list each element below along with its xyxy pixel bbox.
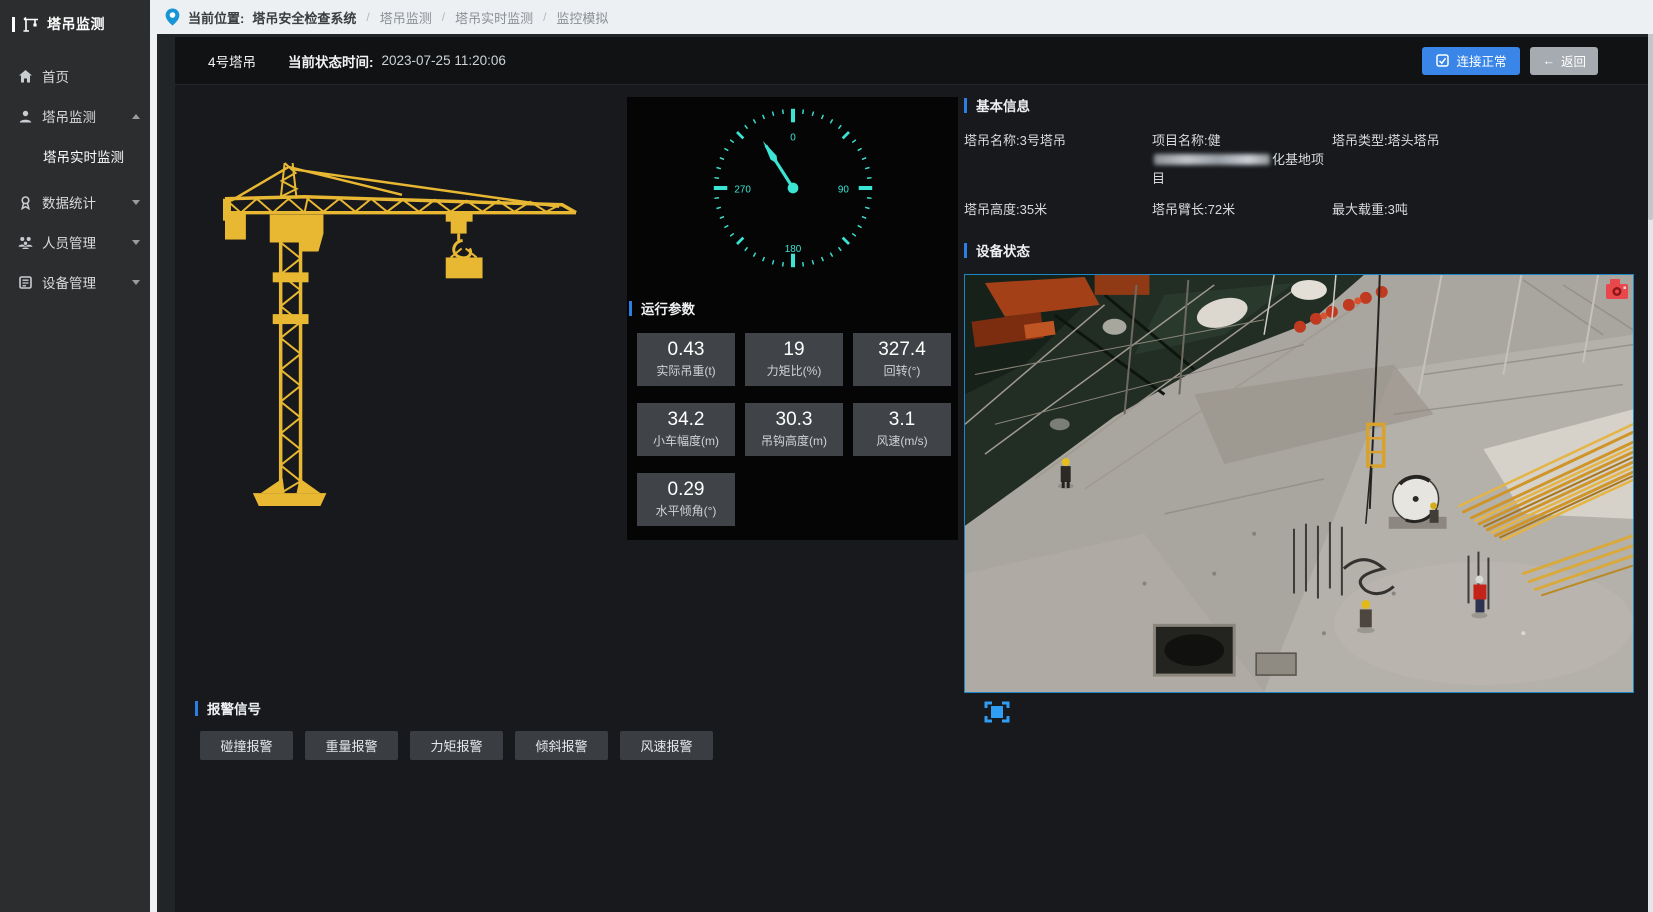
info-crane-name: 塔吊名称:3号塔吊: [964, 132, 1152, 189]
info-project-name: 项目名称:健化基地项目: [1152, 132, 1332, 189]
sidebar-item-label: 首页: [42, 66, 140, 86]
section-accent-bar: [964, 98, 967, 113]
back-arrow-icon: ←: [1542, 54, 1555, 68]
breadcrumb: 当前位置: 塔吊安全检查系统 / 塔吊监测 / 塔吊实时监测 / 监控模拟: [150, 0, 1653, 34]
param-tile-hook-height: 30.3 吊钩高度(m): [745, 403, 843, 456]
alarm-wind-button[interactable]: 风速报警: [620, 731, 713, 760]
panel-header: 4号塔吊 当前状态时间: 2023-07-25 11:20:06 连接正常 ← …: [175, 37, 1648, 85]
status-time-label: 当前状态时间:: [288, 51, 374, 71]
crane-illustration: [223, 160, 577, 512]
alarm-collision-button[interactable]: 碰撞报警: [200, 731, 293, 760]
caret-down-icon: [132, 280, 140, 285]
sidebar-item-statistics[interactable]: 数据统计: [0, 182, 150, 222]
sidebar-item-home[interactable]: 首页: [0, 56, 150, 96]
caret-down-icon: [132, 200, 140, 205]
breadcrumb-item[interactable]: 塔吊监测: [380, 8, 432, 27]
home-icon: [18, 69, 33, 84]
gauge-label-180: 180: [785, 244, 802, 255]
info-crane-type: 塔吊类型:塔头塔吊: [1332, 132, 1640, 189]
rotation-gauge-dial: 0 90 180 270: [703, 98, 883, 278]
param-tile-rotation: 327.4 回转(°): [853, 333, 951, 386]
camera-icon[interactable]: [1605, 278, 1629, 304]
app-title: 塔吊监测: [47, 14, 105, 34]
user-icon: [18, 109, 33, 124]
sidebar: 塔吊监测 首页 塔吊监测 塔吊实时监测 数据统计: [0, 0, 150, 912]
logo-bar: [12, 17, 15, 32]
breadcrumb-item[interactable]: 塔吊实时监测: [455, 8, 533, 27]
gauge-label-270: 270: [734, 185, 751, 196]
alarm-buttons: 碰撞报警 重量报警 力矩报警 倾斜报警 风速报警: [200, 731, 713, 760]
param-tile-wind: 3.1 风速(m/s): [853, 403, 951, 456]
device-status-section-title: 设备状态: [964, 240, 1640, 260]
sidebar-item-label: 数据统计: [42, 192, 132, 212]
status-time-value: 2023-07-25 11:20:06: [382, 53, 506, 68]
breadcrumb-separator: /: [442, 10, 445, 24]
back-button[interactable]: ← 返回: [1530, 47, 1598, 75]
info-max-load: 最大载重:3吨: [1332, 201, 1640, 220]
page-scrollbar[interactable]: [1648, 0, 1653, 912]
param-tile-tilt: 0.29 水平倾角(°): [637, 473, 735, 526]
construction-site-image: [965, 275, 1633, 692]
param-tiles: 0.43 实际吊重(t) 19 力矩比(%) 327.4 回转(°) 34.2 …: [637, 333, 951, 526]
camera-video-feed[interactable]: [964, 274, 1634, 693]
app-logo: 塔吊监测: [0, 0, 150, 46]
sidebar-menu: 首页 塔吊监测 塔吊实时监测 数据统计: [0, 56, 150, 302]
breadcrumb-item[interactable]: 监控模拟: [556, 8, 608, 27]
section-accent-bar: [629, 301, 632, 316]
sidebar-item-label: 塔吊监测: [42, 106, 132, 126]
alarm-tilt-button[interactable]: 倾斜报警: [515, 731, 608, 760]
redacted-text: [1154, 154, 1270, 165]
sidebar-subitem-label: 塔吊实时监测: [43, 146, 124, 166]
location-pin-icon: [165, 8, 180, 26]
caret-up-icon: [132, 114, 140, 119]
device-icon: [18, 275, 33, 290]
sidebar-item-label: 设备管理: [42, 272, 132, 292]
param-tile-moment: 19 力矩比(%): [745, 333, 843, 386]
sidebar-item-realtime-monitor[interactable]: 塔吊实时监测: [0, 136, 150, 176]
panel-body: 0 90 180 270 运行参数: [175, 86, 1648, 912]
param-tile-trolley: 34.2 小车幅度(m): [637, 403, 735, 456]
section-accent-bar: [195, 701, 198, 716]
people-icon: [18, 235, 33, 250]
breadcrumb-separator: /: [543, 10, 546, 24]
checkbox-icon: [1436, 54, 1449, 67]
sidebar-item-equipment[interactable]: 设备管理: [0, 262, 150, 302]
breadcrumb-prefix: 当前位置:: [188, 8, 244, 27]
fullscreen-icon[interactable]: [984, 700, 1010, 724]
caret-down-icon: [132, 240, 140, 245]
params-section-title: 运行参数: [629, 298, 695, 318]
back-button-label: 返回: [1561, 51, 1586, 70]
alarm-moment-button[interactable]: 力矩报警: [410, 731, 503, 760]
basic-info-grid: 塔吊名称:3号塔吊 项目名称:健化基地项目 塔吊类型:塔头塔吊 塔吊高度:35米…: [964, 132, 1640, 219]
connect-button-label: 连接正常: [1456, 51, 1506, 70]
param-tile-load: 0.43 实际吊重(t): [637, 333, 735, 386]
content-panel: 4号塔吊 当前状态时间: 2023-07-25 11:20:06 连接正常 ← …: [175, 37, 1648, 912]
section-accent-bar: [964, 243, 967, 258]
stats-icon: [18, 195, 33, 210]
info-arm-length: 塔吊臂长:72米: [1152, 201, 1332, 220]
gauge-needle: [758, 138, 800, 195]
basic-info-section-title: 基本信息: [964, 95, 1640, 115]
sidebar-item-crane-monitor[interactable]: 塔吊监测: [0, 96, 150, 136]
gauge-label-90: 90: [838, 185, 849, 196]
breadcrumb-root[interactable]: 塔吊安全检查系统: [252, 8, 356, 27]
crane-name: 4号塔吊: [208, 51, 256, 71]
sidebar-item-label: 人员管理: [42, 232, 132, 252]
right-column: 基本信息 塔吊名称:3号塔吊 项目名称:健化基地项目 塔吊类型:塔头塔吊 塔吊高…: [964, 95, 1640, 729]
main-area: 4号塔吊 当前状态时间: 2023-07-25 11:20:06 连接正常 ← …: [157, 34, 1648, 912]
breadcrumb-separator: /: [366, 10, 369, 24]
crane-logo-icon: [22, 16, 40, 32]
gauge-label-0: 0: [790, 132, 796, 143]
alarm-section-title: 报警信号: [195, 698, 261, 718]
gauge-panel: 0 90 180 270 运行参数: [627, 97, 958, 540]
connect-status-button[interactable]: 连接正常: [1422, 47, 1520, 75]
alarm-weight-button[interactable]: 重量报警: [305, 731, 398, 760]
sidebar-item-personnel[interactable]: 人员管理: [0, 222, 150, 262]
info-crane-height: 塔吊高度:35米: [964, 201, 1152, 220]
